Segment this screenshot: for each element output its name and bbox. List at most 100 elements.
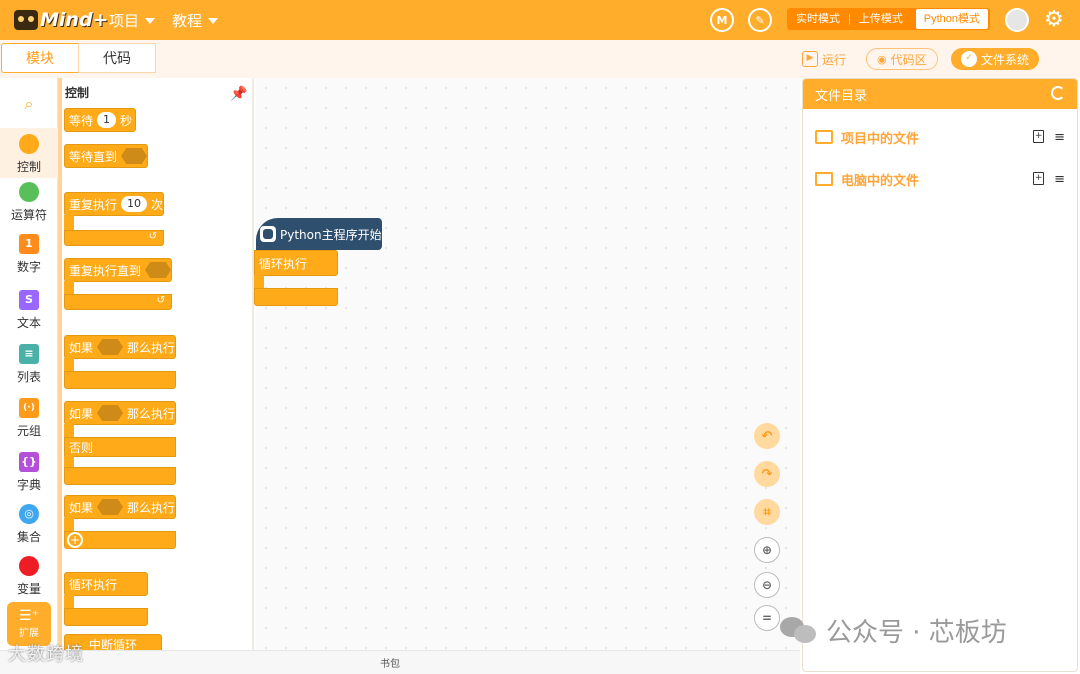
redo-icon[interactable]: ↷ bbox=[754, 461, 780, 487]
new-file-icon[interactable]: + bbox=[1033, 129, 1045, 143]
block-label: 中断循环 bbox=[89, 637, 138, 651]
condition-slot[interactable] bbox=[97, 499, 123, 515]
pin-icon[interactable]: 📌 bbox=[230, 86, 247, 102]
forever-block[interactable]: 循环执行 bbox=[64, 572, 148, 596]
category-label: 变量 bbox=[16, 582, 41, 596]
crop-icon[interactable]: ⌗ bbox=[754, 499, 780, 525]
wait-block[interactable]: 等待 1 秒 bbox=[64, 108, 136, 132]
set-icon: ◎ bbox=[19, 504, 39, 524]
block-arm bbox=[64, 371, 176, 389]
avatar[interactable] bbox=[1005, 8, 1029, 32]
block-arm: ↺ bbox=[64, 294, 172, 310]
variable-dot-icon bbox=[19, 556, 39, 576]
tutorial-menu[interactable]: 教程 bbox=[172, 10, 219, 31]
check-icon: ✓ bbox=[961, 51, 977, 67]
block-input[interactable]: 1 bbox=[97, 112, 117, 128]
top-bar: Mind+ 项目 教程 M ✎ 实时模式 | 上传模式 Python模式 ⚙ bbox=[0, 0, 1080, 40]
course-icon[interactable]: M bbox=[710, 8, 734, 32]
category-tuple[interactable]: (·) 元组 bbox=[0, 398, 58, 439]
computer-files-row[interactable]: 电脑中的文件 + ≡ bbox=[815, 167, 1065, 191]
code-area-label: 代码区 bbox=[890, 52, 927, 67]
run-button[interactable]: ▶ 运行 bbox=[802, 48, 846, 70]
block-mouth bbox=[64, 518, 74, 532]
category-label: 运算符 bbox=[10, 208, 47, 222]
condition-slot[interactable] bbox=[121, 148, 147, 164]
category-operators[interactable]: 运算符 bbox=[0, 182, 58, 223]
category-label: 列表 bbox=[16, 370, 41, 384]
category-dict[interactable]: {} 字典 bbox=[0, 452, 58, 493]
new-file-icon[interactable]: + bbox=[1033, 171, 1045, 185]
watermark-right: 公众号 · 芯板坊 bbox=[780, 612, 1007, 649]
category-set[interactable]: ◎ 集合 bbox=[0, 504, 58, 545]
tab-code[interactable]: 代码 bbox=[78, 43, 156, 73]
computer-files-label: 电脑中的文件 bbox=[841, 173, 920, 189]
python-mode-button[interactable]: Python模式 bbox=[915, 9, 988, 29]
block-mouth bbox=[64, 215, 74, 231]
python-icon bbox=[260, 226, 276, 242]
category-list[interactable]: ≡ 列表 bbox=[0, 344, 58, 385]
block-label: 等待直到 bbox=[69, 149, 118, 164]
if-then-plus-block[interactable]: 如果 那么执行 bbox=[64, 495, 176, 519]
tab-blocks[interactable]: 模块 bbox=[1, 43, 79, 73]
zoom-out-icon[interactable]: ⊖ bbox=[754, 572, 780, 598]
hat-label: Python主程序开始 bbox=[280, 227, 382, 242]
block-label: 那么执行 bbox=[126, 340, 175, 355]
category-label: 字典 bbox=[16, 478, 41, 492]
gear-icon[interactable]: ⚙ bbox=[1042, 8, 1066, 32]
block-palette: 控制 📌 等待 1 秒 等待直到 重复执行 10 次 ↺ 重复执行直到 ↺ 如果… bbox=[58, 78, 254, 650]
block-arm: ↺ bbox=[64, 230, 164, 246]
block-input[interactable]: 10 bbox=[121, 196, 148, 212]
code-area-button[interactable]: ◉ 代码区 bbox=[866, 48, 938, 70]
target-icon: ◉ bbox=[877, 52, 887, 66]
monitor-icon bbox=[815, 172, 833, 186]
wait-until-block[interactable]: 等待直到 bbox=[64, 144, 148, 168]
realtime-mode-button[interactable]: 实时模式 bbox=[788, 9, 848, 29]
condition-slot[interactable] bbox=[97, 339, 123, 355]
if-then-block[interactable]: 如果 那么执行 bbox=[64, 335, 176, 359]
search-button[interactable]: ⌕ bbox=[0, 94, 58, 114]
zoom-in-icon[interactable]: ⊕ bbox=[754, 537, 780, 563]
project-files-row[interactable]: 项目中的文件 + ≡ bbox=[815, 125, 1065, 149]
category-label: 文本 bbox=[16, 316, 41, 330]
app-logo: Mind+ bbox=[14, 8, 108, 32]
file-system-label: 文件系统 bbox=[981, 52, 1030, 67]
repeat-block[interactable]: 重复执行 10 次 bbox=[64, 192, 164, 216]
extensions-icon: ☰⁺ bbox=[19, 608, 39, 624]
category-control[interactable]: 控制 bbox=[0, 128, 58, 178]
tutorial-menu-label: 教程 bbox=[172, 12, 203, 30]
file-system-button[interactable]: ✓ 文件系统 bbox=[951, 48, 1040, 70]
undo-icon[interactable]: ↶ bbox=[754, 423, 780, 449]
zoom-reset-icon[interactable]: = bbox=[754, 605, 780, 631]
menu-icon[interactable]: ≡ bbox=[1054, 130, 1065, 145]
upload-mode-button[interactable]: 上传模式 bbox=[851, 9, 911, 29]
block-unit: 次 bbox=[151, 197, 164, 212]
block-label: 那么执行 bbox=[126, 406, 175, 421]
menu-icon[interactable]: ≡ bbox=[1054, 172, 1065, 187]
condition-slot[interactable] bbox=[97, 405, 123, 421]
search-icon: ⌕ bbox=[24, 94, 34, 113]
edit-icon[interactable]: ✎ bbox=[748, 8, 772, 32]
canvas-forever-block[interactable]: 循环执行 bbox=[254, 250, 338, 276]
condition-slot[interactable] bbox=[145, 262, 171, 278]
if-else-block[interactable]: 如果 那么执行 bbox=[64, 401, 176, 425]
category-sidebar: ⌕ 控制 运算符 1 数字 S 文本 ≡ 列表 (·) 元组 {} 字典 ◎ 集… bbox=[0, 78, 58, 650]
chevron-down-icon bbox=[208, 17, 219, 24]
python-main-start-block[interactable]: Python主程序开始 bbox=[256, 218, 382, 250]
category-text[interactable]: S 文本 bbox=[0, 290, 58, 331]
refresh-icon[interactable] bbox=[1051, 86, 1065, 100]
project-menu[interactable]: 项目 bbox=[109, 10, 156, 31]
backpack-label: 书包 bbox=[380, 659, 400, 670]
block-label: 如果 bbox=[69, 340, 94, 355]
block-label: 如果 bbox=[69, 406, 94, 421]
list-icon: ≡ bbox=[19, 344, 39, 364]
plus-icon[interactable]: + bbox=[67, 532, 83, 548]
script-canvas[interactable]: Python主程序开始 循环执行 ↶ ↷ ⌗ ⊕ ⊖ = bbox=[254, 78, 800, 650]
category-variable[interactable]: 变量 bbox=[0, 556, 58, 597]
backpack-bar[interactable]: 书包 bbox=[0, 650, 800, 674]
repeat-until-block[interactable]: 重复执行直到 bbox=[64, 258, 172, 282]
text-icon: S bbox=[19, 290, 39, 310]
chevron-down-icon bbox=[145, 17, 156, 24]
category-number[interactable]: 1 数字 bbox=[0, 234, 58, 275]
block-mouth bbox=[64, 281, 74, 295]
category-label: 元组 bbox=[16, 424, 41, 438]
